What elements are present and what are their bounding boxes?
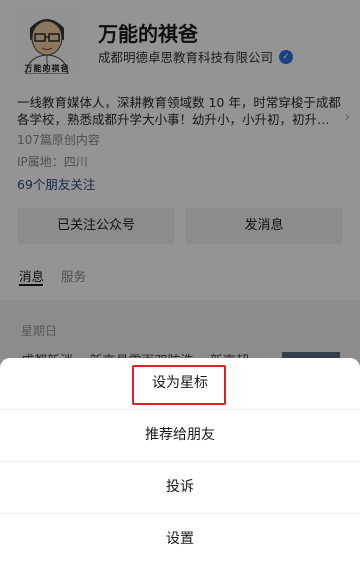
settings-option[interactable]: 设置: [0, 514, 360, 565]
report-option[interactable]: 投诉: [0, 462, 360, 514]
highlight-box: [132, 365, 226, 405]
recommend-to-friend-option[interactable]: 推荐给朋友: [0, 410, 360, 462]
